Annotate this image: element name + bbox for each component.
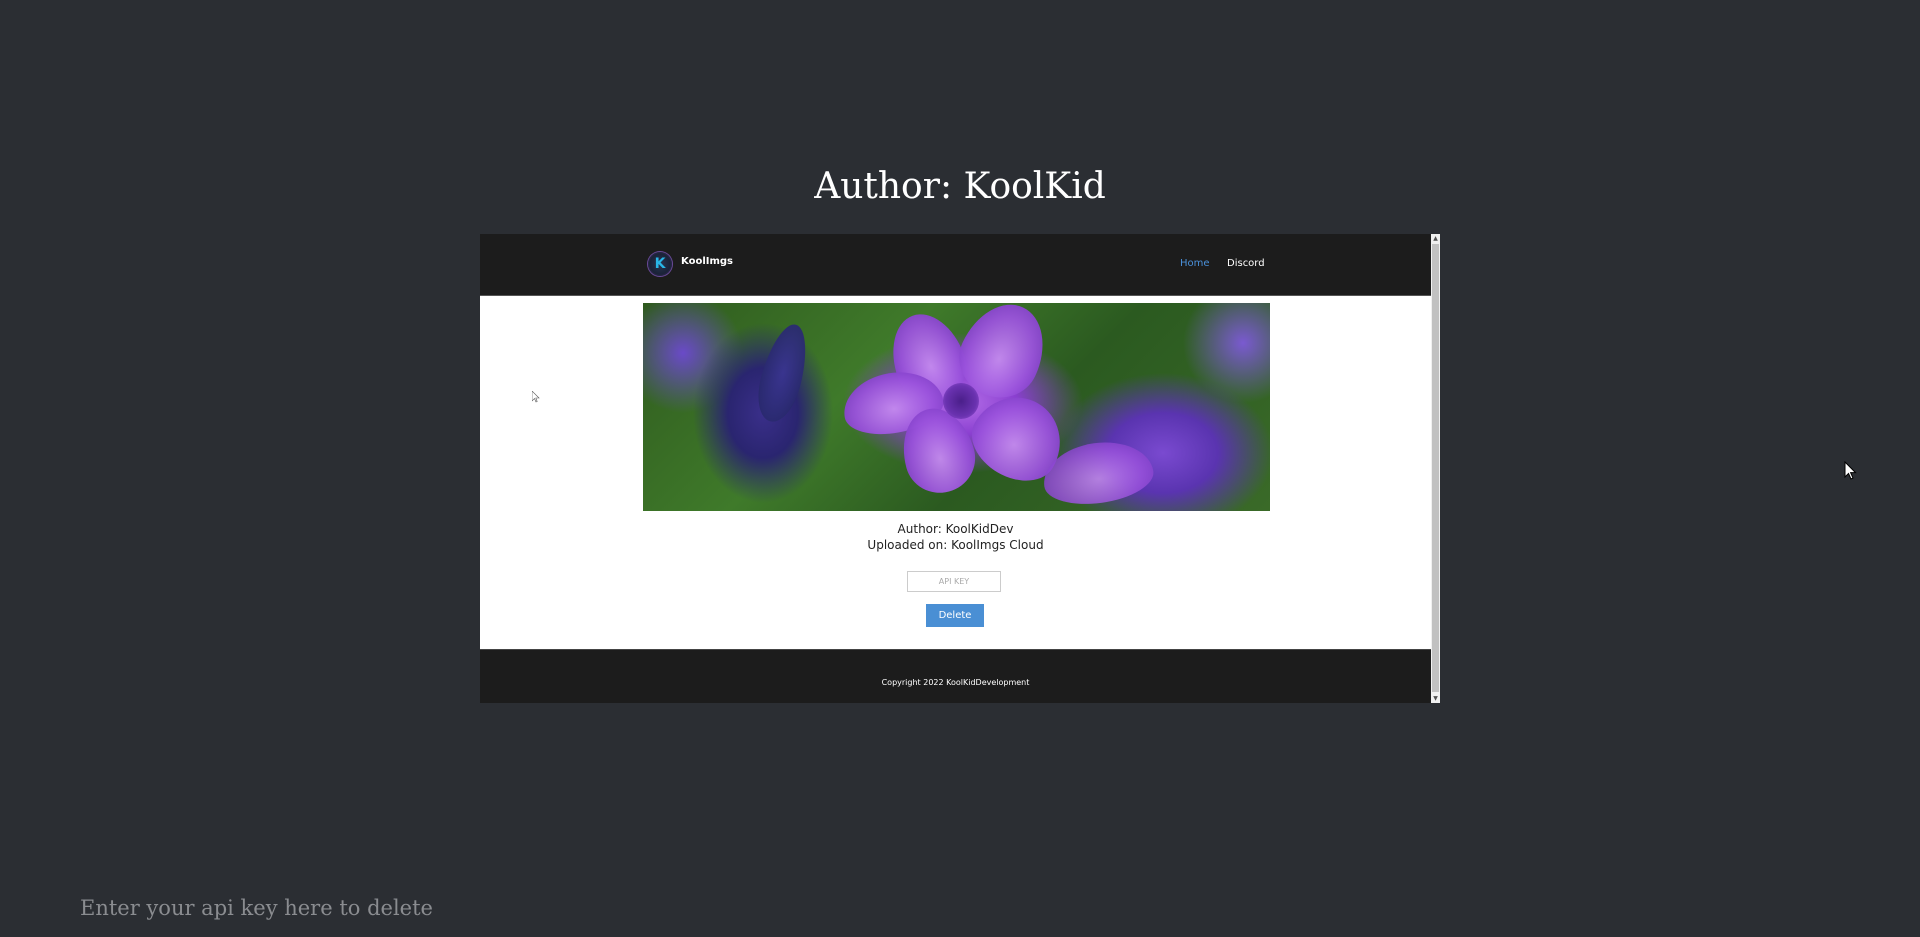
mouse-pointer-icon xyxy=(1844,460,1858,485)
nav-discord-link[interactable]: Discord xyxy=(1227,258,1265,269)
scroll-down-arrow-icon[interactable]: ▼ xyxy=(1431,694,1440,703)
scrollbar[interactable]: ▲ ▼ xyxy=(1431,234,1440,703)
flower-bud xyxy=(750,319,816,427)
scrollbar-thumb[interactable] xyxy=(1432,244,1439,692)
koolimgs-logo-icon[interactable]: K xyxy=(648,252,672,276)
api-key-field[interactable] xyxy=(907,571,1001,592)
site-header: K KoolImgs Home Discord xyxy=(480,234,1431,296)
nav-home-link[interactable]: Home xyxy=(1180,258,1210,269)
scroll-up-arrow-icon[interactable]: ▲ xyxy=(1431,234,1440,243)
brand-name[interactable]: KoolImgs xyxy=(681,256,733,267)
logo-letter: K xyxy=(654,256,666,272)
uploaded-line: Uploaded on: KoolImgs Cloud xyxy=(867,538,1044,552)
flower-center xyxy=(943,383,979,419)
delete-button[interactable]: Delete xyxy=(926,604,984,627)
uploaded-image xyxy=(643,303,1270,511)
copyright-text: Copyright 2022 KoolKidDevelopment xyxy=(881,678,1030,687)
page: Author: KoolKid K KoolImgs Home Discord … xyxy=(0,0,1920,937)
api-key-input[interactable] xyxy=(80,893,980,923)
author-line: Author: KoolKidDev xyxy=(897,522,1014,536)
mouse-pointer-icon xyxy=(531,388,540,407)
page-title: Author: KoolKid xyxy=(814,166,1106,207)
site-footer: Copyright 2022 KoolKidDevelopment xyxy=(480,649,1431,703)
embedded-site-preview: K KoolImgs Home Discord Author: KoolKidD… xyxy=(480,234,1440,703)
